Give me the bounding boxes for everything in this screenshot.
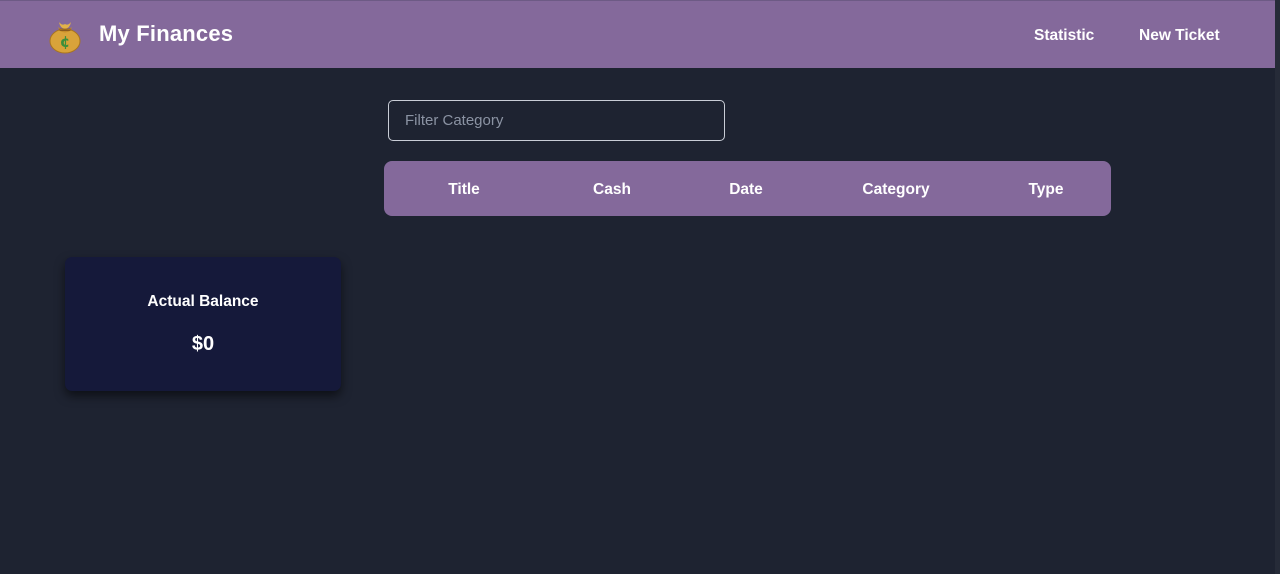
money-bag-icon[interactable]: ¢ — [46, 16, 84, 54]
page-scrollbar[interactable] — [1275, 0, 1280, 574]
filter-category-input[interactable] — [388, 100, 725, 141]
svg-text:¢: ¢ — [60, 33, 70, 51]
top-navbar: ¢ My Finances Statistic New Ticket — [0, 0, 1275, 68]
nav-link-statistic[interactable]: Statistic — [1034, 27, 1094, 45]
nav-link-new-ticket[interactable]: New Ticket — [1139, 27, 1220, 45]
tickets-table-header: Title Cash Date Category Type — [384, 161, 1111, 216]
column-header-date: Date — [729, 181, 763, 198]
column-header-type: Type — [1028, 181, 1064, 198]
balance-label: Actual Balance — [147, 293, 259, 310]
balance-card: Actual Balance $0 — [65, 257, 341, 391]
column-header-category: Category — [862, 181, 930, 198]
column-header-cash: Cash — [593, 181, 631, 198]
app-brand-title[interactable]: My Finances — [99, 21, 233, 47]
balance-value: $0 — [191, 333, 215, 355]
column-header-title: Title — [448, 181, 480, 198]
